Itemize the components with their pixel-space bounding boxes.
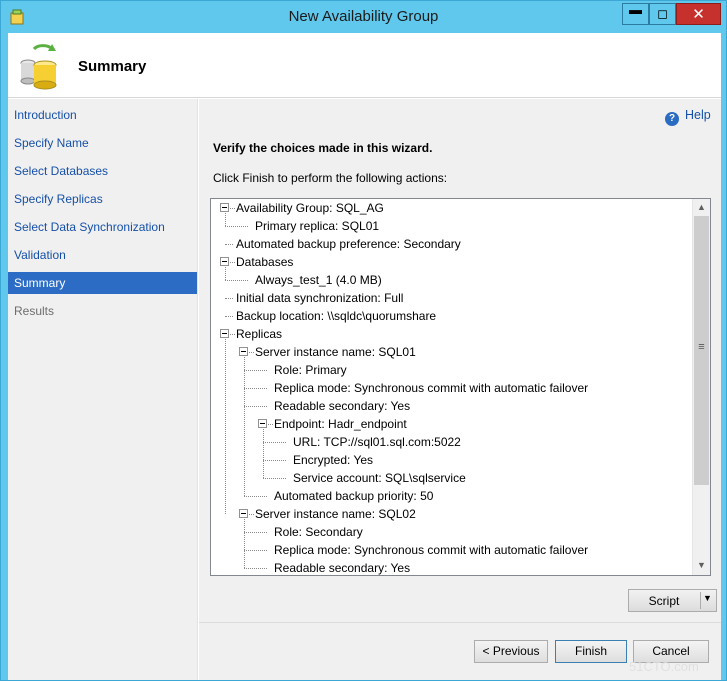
instruction-heading: Verify the choices made in this wizard. — [213, 141, 433, 155]
tree-node[interactable]: Automated backup preference: Secondary — [236, 235, 461, 253]
title-bar[interactable]: New Availability Group ▬ ◻ ✕ — [1, 1, 726, 33]
tree-connector — [244, 370, 267, 371]
chevron-down-icon[interactable]: ▼ — [703, 593, 712, 603]
minimize-icon: ▬ — [629, 2, 642, 17]
tree-node[interactable]: Availability Group: SQL_AG — [236, 199, 384, 217]
tree-node[interactable]: Replicas — [236, 325, 282, 343]
tree-connector — [225, 213, 226, 226]
tree-connector — [230, 208, 235, 209]
tree-connector — [225, 316, 233, 317]
previous-button[interactable]: < Previous — [474, 640, 548, 663]
maximize-button[interactable]: ◻ — [649, 3, 676, 25]
nav-item-validation[interactable]: Validation — [8, 244, 197, 266]
nav-item-select-data-synchronization[interactable]: Select Data Synchronization — [8, 216, 197, 238]
tree-connector — [263, 442, 286, 443]
script-button-label: Script — [648, 594, 680, 608]
tree-node[interactable]: Replica mode: Synchronous commit with au… — [274, 541, 588, 559]
tree-connector — [244, 532, 267, 533]
wizard-window: New Availability Group ▬ ◻ ✕ Summary Int… — [0, 0, 727, 681]
tree-connector — [263, 460, 286, 461]
wizard-client: Summary Introduction Specify Name Select… — [8, 33, 721, 680]
tree-connector — [263, 429, 264, 478]
tree-node[interactable]: Server instance name: SQL02 — [255, 505, 416, 523]
help-label: Help — [685, 108, 711, 122]
page-header: Summary — [8, 33, 721, 98]
script-divider — [700, 592, 701, 609]
help-link[interactable]: ? Help — [665, 108, 711, 126]
scroll-down-icon[interactable]: ▼ — [693, 557, 710, 574]
tree-connector — [268, 424, 273, 425]
tree-connector — [225, 280, 248, 281]
tree-node[interactable]: Encrypted: Yes — [293, 451, 373, 469]
collapse-toggle-icon[interactable] — [239, 347, 248, 356]
tree-connector — [244, 406, 267, 407]
nav-item-summary[interactable]: Summary — [8, 272, 197, 294]
tree-node[interactable]: Server instance name: SQL01 — [255, 343, 416, 361]
tree-node[interactable]: Role: Primary — [274, 361, 347, 379]
summary-tree: Availability Group: SQL_AG Primary replic… — [211, 199, 692, 575]
collapse-toggle-icon[interactable] — [220, 203, 229, 212]
tree-connector — [225, 339, 226, 514]
tree-node[interactable]: Replica mode: Synchronous commit with au… — [274, 379, 588, 397]
nav-item-introduction[interactable]: Introduction — [8, 104, 197, 126]
tree-connector — [244, 496, 267, 497]
tree-node[interactable]: Readable secondary: Yes — [274, 397, 410, 415]
instruction-text: Click Finish to perform the following ac… — [213, 171, 448, 185]
tree-node[interactable]: Backup location: \\sqldc\quorumshare — [236, 307, 436, 325]
page-title: Summary — [78, 58, 147, 75]
tree-node[interactable]: Databases — [236, 253, 293, 271]
tree-connector — [244, 519, 245, 568]
collapse-toggle-icon[interactable] — [220, 257, 229, 266]
nav-item-specify-replicas[interactable]: Specify Replicas — [8, 188, 197, 210]
tree-connector — [244, 357, 245, 496]
nav-item-results: Results — [14, 304, 55, 318]
wizard-nav: Introduction Specify Name Select Databas… — [8, 99, 198, 680]
tree-node[interactable]: Role: Secondary — [274, 523, 363, 541]
tree-node[interactable]: Endpoint: Hadr_endpoint — [274, 415, 407, 433]
main-panel: ? Help Verify the choices made in this wi… — [199, 99, 721, 680]
tree-node[interactable]: Readable secondary: Yes — [274, 559, 410, 575]
tree-connector — [244, 550, 267, 551]
tree-node[interactable]: Service account: SQL\sqlservice — [293, 469, 466, 487]
scroll-up-icon[interactable]: ▲ — [693, 199, 710, 216]
vertical-scrollbar[interactable]: ▲ ≡ ▼ — [692, 199, 710, 575]
tree-connector — [249, 514, 254, 515]
tree-connector — [230, 262, 235, 263]
watermark-text: 51CTO.com — [629, 659, 699, 674]
tree-connector — [230, 334, 235, 335]
summary-tree-view[interactable]: Availability Group: SQL_AG Primary replic… — [210, 198, 711, 576]
tree-node[interactable]: Always_test_1 (4.0 MB) — [255, 271, 382, 289]
tree-connector — [249, 352, 254, 353]
scrollbar-thumb[interactable]: ≡ — [694, 216, 709, 485]
window-title: New Availability Group — [288, 8, 439, 25]
collapse-toggle-icon[interactable] — [239, 509, 248, 518]
footer-divider — [199, 622, 721, 623]
nav-item-select-databases[interactable]: Select Databases — [8, 160, 197, 182]
maximize-icon: ◻ — [657, 6, 668, 21]
tree-connector — [225, 226, 248, 227]
tree-connector — [244, 388, 267, 389]
tree-connector — [225, 244, 233, 245]
tree-connector — [244, 568, 267, 569]
tree-connector — [225, 267, 226, 280]
finish-button[interactable]: Finish — [555, 640, 627, 663]
close-button[interactable]: ✕ — [676, 3, 721, 25]
tree-node[interactable]: Primary replica: SQL01 — [255, 217, 379, 235]
tree-node[interactable]: Automated backup priority: 50 — [274, 487, 433, 505]
tree-connector — [263, 478, 286, 479]
minimize-button[interactable]: ▬ — [622, 2, 649, 25]
tree-connector — [225, 298, 233, 299]
collapse-toggle-icon[interactable] — [258, 419, 267, 428]
tree-node[interactable]: Initial data synchronization: Full — [236, 289, 403, 307]
help-icon: ? — [665, 112, 679, 126]
close-icon: ✕ — [692, 6, 705, 23]
collapse-toggle-icon[interactable] — [220, 329, 229, 338]
script-button[interactable]: Script ▼ — [628, 589, 717, 612]
nav-item-specify-name[interactable]: Specify Name — [8, 132, 197, 154]
tree-node[interactable]: URL: TCP://sql01.sql.com:5022 — [293, 433, 461, 451]
grip-icon: ≡ — [698, 341, 705, 353]
database-sync-icon — [20, 44, 57, 90]
